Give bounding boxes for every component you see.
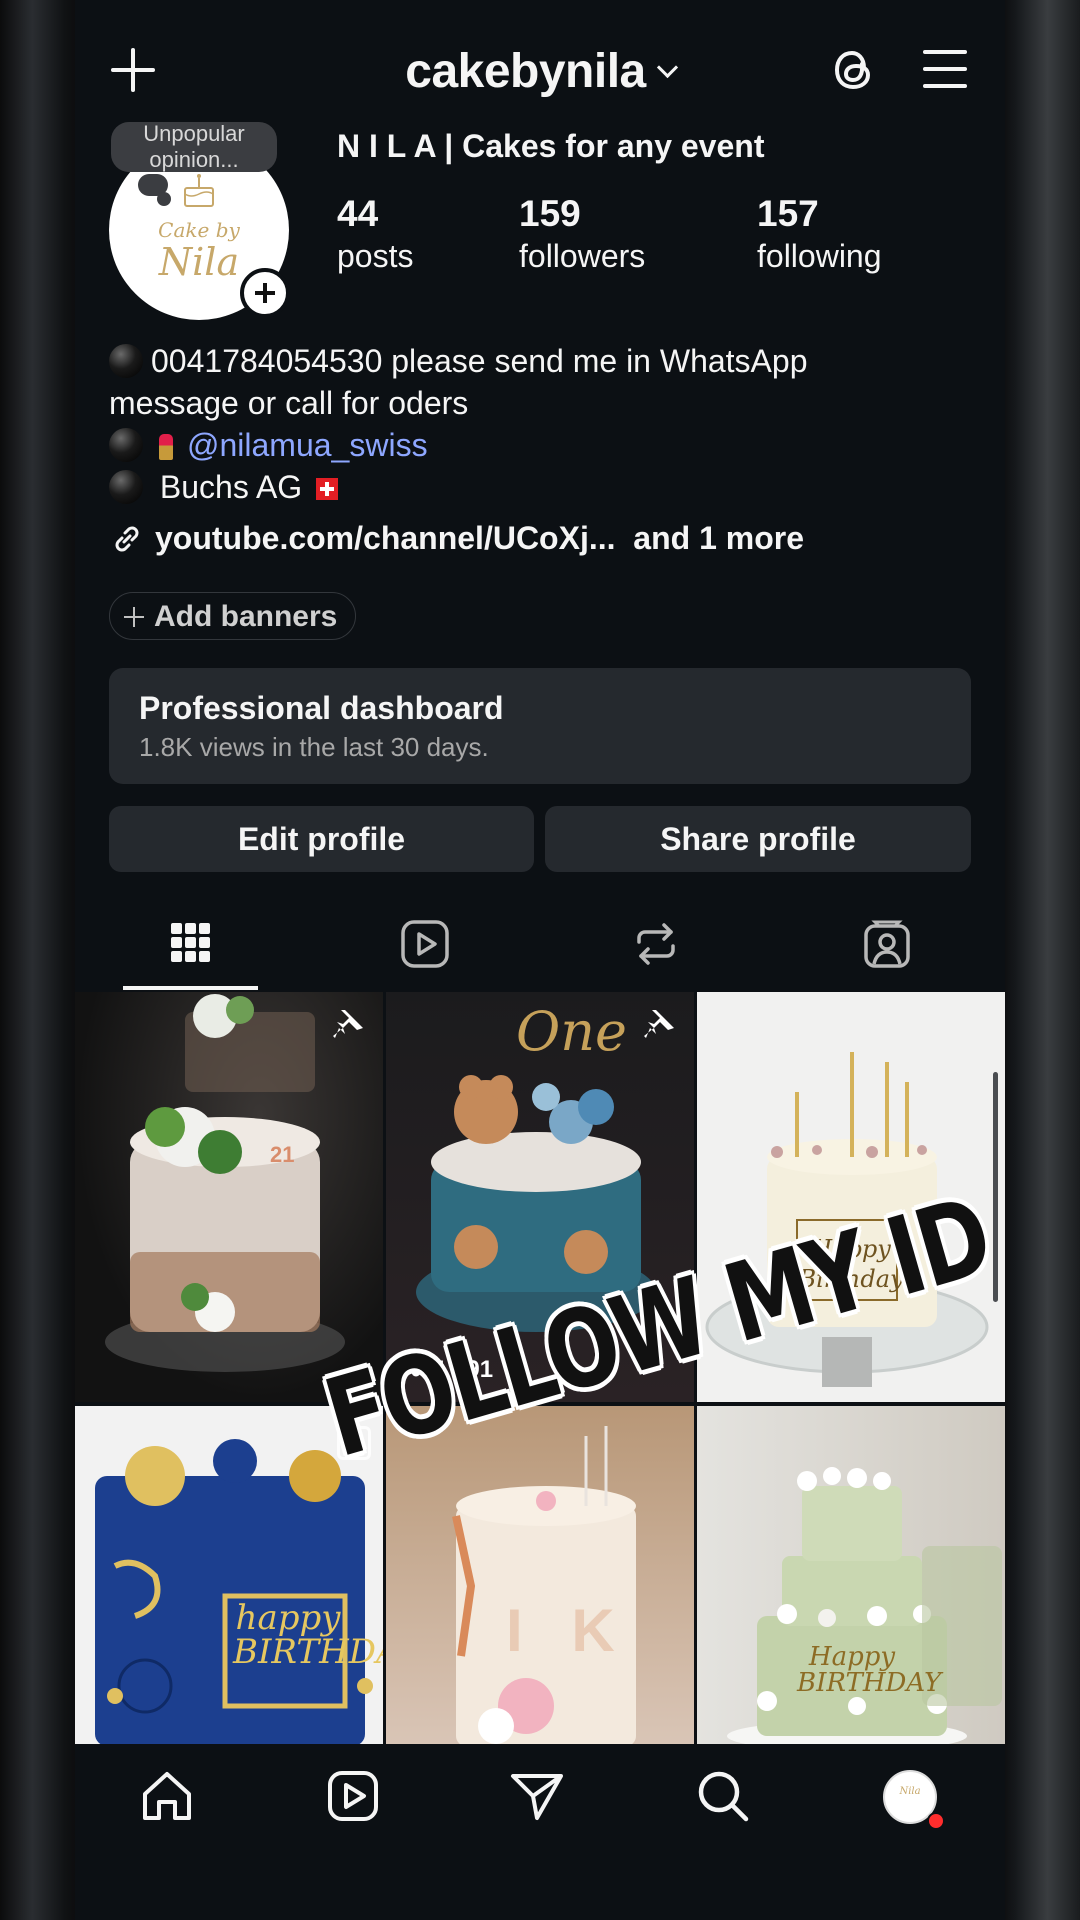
bio-line-2: message or call for oders [109, 385, 469, 421]
reels-icon[interactable] [323, 1766, 383, 1826]
cake-logo-icon [184, 174, 214, 207]
grid-post[interactable]: 21 [75, 992, 383, 1402]
username-label: cakebynila [405, 45, 646, 98]
add-banners-label: Add banners [154, 600, 338, 633]
black-orb-icon [109, 470, 143, 504]
home-icon[interactable] [137, 1766, 197, 1826]
note-tail-dot [157, 192, 171, 206]
profile-tabs [75, 906, 1005, 990]
avatar-logo-line1: Cake by [158, 218, 240, 242]
grid-post[interactable]: happy BIRTHDAY [75, 1406, 383, 1744]
following-label: following [757, 238, 882, 274]
plus-icon [124, 607, 144, 627]
link-icon [115, 526, 139, 552]
dashboard-title: Professional dashboard [139, 690, 504, 726]
tab-posts-grid[interactable] [75, 906, 307, 990]
threads-icon[interactable] [830, 46, 876, 94]
followers-count: 159 [519, 193, 581, 234]
lipstick-icon [159, 434, 173, 460]
repost-icon [637, 923, 675, 965]
cake-number-topper: 21 [270, 1142, 295, 1167]
cake-topper-text: happy BIRTHDAY [233, 1598, 383, 1672]
posts-count: 44 [337, 193, 379, 234]
following-count: 157 [757, 193, 819, 234]
add-story-plus-icon[interactable] [240, 268, 290, 318]
profile-full-name: N I L A | Cakes for any event [337, 128, 765, 164]
tagged-person-icon [864, 920, 910, 968]
tab-reels[interactable] [307, 906, 539, 990]
pin-icon [333, 1010, 363, 1038]
followers-label: followers [519, 238, 646, 274]
chevron-down-icon [656, 56, 678, 79]
grid-icon [171, 923, 210, 962]
dashboard-subtitle: 1.8K views in the last 30 days. [139, 732, 489, 762]
top-bar: cakebynila [75, 0, 1005, 140]
add-banners-button[interactable]: Add banners [109, 592, 357, 640]
bottom-navigation: Nila [75, 1746, 1005, 1920]
black-orb-icon [109, 428, 143, 462]
black-orb-icon [109, 344, 143, 378]
tab-tagged[interactable] [771, 906, 1003, 990]
followers-stat[interactable]: 159 followers [519, 192, 645, 276]
hamburger-menu-icon[interactable] [923, 50, 967, 88]
link-text: youtube.com/channel/UCoXj... [155, 520, 616, 556]
cake-letters: I K [506, 1597, 631, 1664]
profile-link[interactable]: youtube.com/channel/UCoXj... and 1 more [109, 520, 804, 557]
edit-profile-button[interactable]: Edit profile [109, 806, 534, 872]
posts-label: posts [337, 238, 414, 274]
professional-dashboard-card[interactable]: Professional dashboard 1.8K views in the… [109, 668, 971, 784]
note-text: Unpopular opinion... [143, 122, 245, 172]
profile-bio: 0041784054530 please send me in WhatsApp… [109, 340, 969, 508]
tab-reposts[interactable] [539, 906, 771, 990]
search-icon[interactable] [693, 1766, 753, 1826]
active-tab-indicator [123, 986, 258, 990]
link-more: and 1 more [633, 520, 804, 556]
direct-message-icon[interactable] [507, 1766, 567, 1826]
bio-location: Buchs AG [159, 469, 303, 505]
bio-line-1: 0041784054530 please send me in WhatsApp [151, 343, 808, 379]
grid-post[interactable]: Happy BIRTHDAY [697, 1406, 1005, 1744]
cake-topper-text: One [516, 1000, 628, 1063]
swiss-flag-icon [316, 478, 339, 500]
bio-mention-link[interactable]: @nilamua_swiss [187, 427, 428, 463]
following-stat[interactable]: 157 following [757, 192, 882, 276]
post-image [105, 994, 345, 1372]
notification-dot [927, 1812, 945, 1830]
phone-screen: cakebynila Cake by Nila Unpopular opinio… [75, 0, 1005, 1920]
cake-topper-text: Happy BIRTHDAY [797, 1642, 942, 1698]
reels-icon [401, 920, 449, 968]
posts-stat[interactable]: 44 posts [337, 192, 413, 276]
note-bubble[interactable]: Unpopular opinion... [111, 122, 277, 172]
share-profile-button[interactable]: Share profile [545, 806, 971, 872]
nav-avatar-logo: Nila [899, 1786, 921, 1797]
pin-icon [644, 1010, 674, 1038]
